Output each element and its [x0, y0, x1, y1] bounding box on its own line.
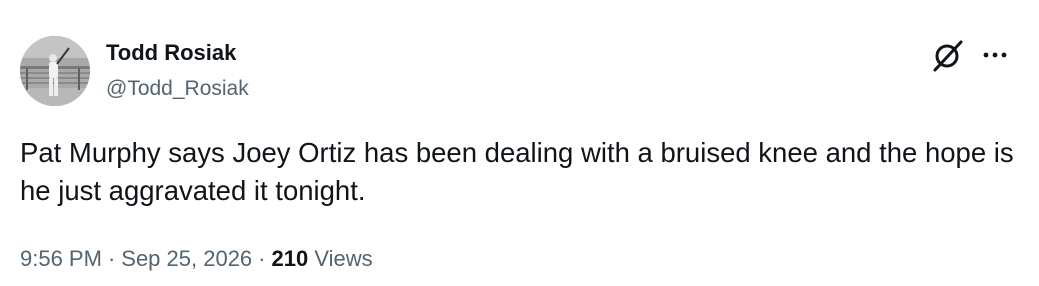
meta-separator: · — [258, 246, 266, 271]
tweet-date[interactable]: Sep 25, 2026 — [121, 246, 252, 271]
meta-separator: · — [107, 246, 116, 271]
avatar-photo — [20, 36, 90, 106]
grok-icon[interactable] — [930, 38, 966, 74]
author-display-name[interactable]: Todd Rosiak — [106, 40, 249, 66]
views-label: Views — [314, 246, 373, 271]
avatar[interactable] — [20, 36, 90, 106]
more-icon[interactable] — [980, 40, 1010, 70]
tweet-metadata: 9:56 PM · Sep 25, 2026 · 210 Views — [20, 245, 373, 273]
author-block: Todd Rosiak @Todd_Rosiak — [106, 40, 249, 102]
views-count: 210 — [271, 246, 309, 271]
tweet-card: Todd Rosiak @Todd_Rosiak Pat Murphy says… — [0, 0, 1039, 286]
tweet-time[interactable]: 9:56 PM — [20, 246, 102, 271]
tweet-text: Pat Murphy says Joey Ortiz has been deal… — [20, 137, 1014, 206]
author-handle[interactable]: @Todd_Rosiak — [106, 76, 249, 102]
